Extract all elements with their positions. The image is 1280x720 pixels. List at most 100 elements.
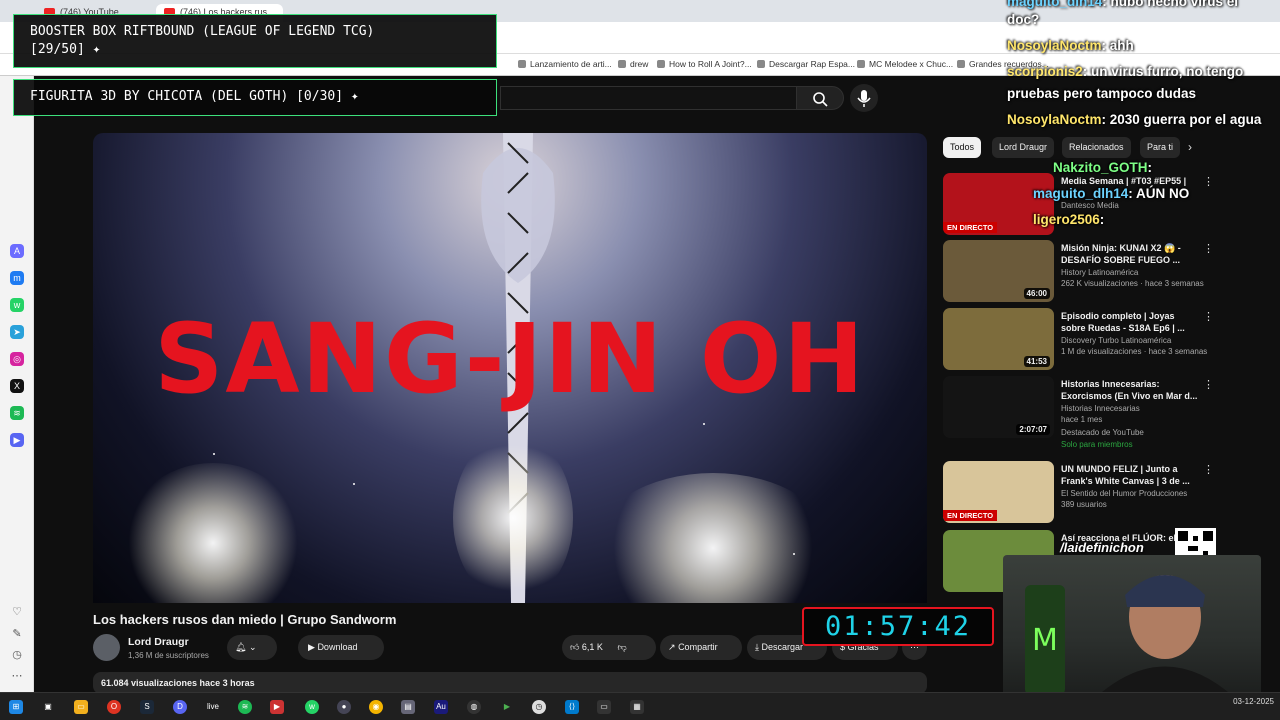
chat-user: NosoylaNoctm xyxy=(1007,38,1102,53)
members-badge: Solo para miembros xyxy=(1061,440,1133,449)
star xyxy=(703,423,705,425)
recommendation-item[interactable]: 2:07:07 Historias Innecesarias: Exorcism… xyxy=(943,376,1273,449)
video-app-icon[interactable]: ▶ xyxy=(270,700,284,714)
live-icon[interactable]: live xyxy=(206,700,220,714)
share-button[interactable]: ↗ Compartir xyxy=(660,635,742,660)
video-thumbnail[interactable]: 2:07:07 xyxy=(943,376,1054,438)
player-icon[interactable]: ▶ xyxy=(10,433,24,447)
vscode-icon[interactable]: ⟨⟩ xyxy=(565,700,579,714)
firework-spark xyxy=(453,433,573,603)
bookmark-item[interactable]: MC Melodee x Chuc... xyxy=(857,59,953,69)
rec-title: Misión Ninja: KUNAI X2 😱 - DESAFÍO SOBRE… xyxy=(1061,243,1181,265)
opera-icon[interactable]: O xyxy=(107,700,121,714)
telegram-icon[interactable]: ➤ xyxy=(10,325,24,339)
streamer-handle: /laidefinichon xyxy=(1060,540,1144,555)
bookmark-item[interactable]: drew xyxy=(618,59,648,69)
notification-bell-button[interactable]: 🔔︎ ⌄ xyxy=(227,635,277,660)
instagram-icon[interactable]: ◎ xyxy=(10,352,24,366)
share-icon: ↗ xyxy=(668,642,676,652)
file-explorer-icon[interactable]: ▭ xyxy=(74,700,88,714)
heart-icon[interactable]: ♡ xyxy=(11,606,23,618)
chat-message: maguito_dlh14: AÚN NO xyxy=(1033,186,1189,201)
obs-icon[interactable]: ◍ xyxy=(467,700,481,714)
rec-title: Historias Innecesarias: Exorcismos (En V… xyxy=(1061,379,1198,401)
clock-app-icon[interactable]: ◷ xyxy=(532,700,546,714)
history-icon[interactable]: ◷ xyxy=(11,649,23,661)
task-view-icon[interactable]: ▣ xyxy=(41,700,55,714)
video-thumbnail[interactable]: 46:00 xyxy=(943,240,1054,302)
featured-label: Destacado de YouTube xyxy=(1061,428,1144,437)
duration-badge: 41:53 xyxy=(1023,356,1050,367)
play-icon[interactable]: ▶ xyxy=(500,700,514,714)
download-button[interactable]: ▶ Download xyxy=(298,635,384,660)
search-input[interactable] xyxy=(500,86,796,110)
chat-text: : 2030 guerra por el agua xyxy=(1101,112,1262,127)
taskbar: ⊞ ▣ ▭ O S D live ≋ ▶ w ● ◉ ▤ Au ◍ ▶ ◷ ⟨⟩… xyxy=(0,692,1280,720)
more-vert-icon[interactable]: ⋮ xyxy=(1203,310,1214,323)
chip-all[interactable]: Todos xyxy=(943,137,982,158)
more-vert-icon[interactable]: ⋮ xyxy=(1203,463,1214,476)
video-player[interactable]: SANG-JIN OH xyxy=(93,133,927,603)
voice-search-button[interactable] xyxy=(850,84,878,112)
channel-name[interactable]: Lord Draugr xyxy=(128,636,189,648)
download-label: Download xyxy=(317,642,358,652)
search-button[interactable] xyxy=(796,86,844,110)
subscriber-count: 1,36 M de suscriptores xyxy=(128,651,209,660)
bell-icon: 🔔︎ xyxy=(235,642,247,652)
channel-avatar[interactable] xyxy=(93,634,120,661)
whatsapp-icon[interactable]: w xyxy=(10,298,24,312)
video-thumbnail[interactable]: 41:53 xyxy=(943,308,1054,370)
views-line: 61.084 visualizaciones hace 3 horas xyxy=(101,678,255,688)
bookmark-item[interactable]: How to Roll A Joint?... xyxy=(657,59,752,69)
start-menu-icon[interactable]: ⊞ xyxy=(9,700,23,714)
live-badge: EN DIRECTO xyxy=(943,222,998,233)
edit-icon[interactable]: ✎ xyxy=(11,628,23,640)
steam-icon[interactable]: S xyxy=(140,700,154,714)
goal-box-booster: BOOSTER BOX RIFTBOUND (LEAGUE OF LEGEND … xyxy=(13,14,497,68)
video-title: Los hackers rusos dan miedo | Grupo Sand… xyxy=(93,612,397,627)
chat-user: Nakzito_GOTH xyxy=(1053,160,1148,175)
app-circle-icon[interactable]: ● xyxy=(337,700,351,714)
app-grid-icon[interactable]: ▦ xyxy=(630,700,644,714)
video-thumbnail[interactable]: EN DIRECTO xyxy=(943,461,1054,523)
date-text: 03-12-2025 xyxy=(1233,697,1274,706)
more-icon[interactable]: ⋯ xyxy=(11,670,23,682)
rec-title: Episodio completo | Joyas sobre Ruedas -… xyxy=(1061,311,1185,333)
chat-text: doc? xyxy=(1007,12,1040,27)
sparkle-icon: ✦ xyxy=(92,42,101,57)
more-vert-icon[interactable]: ⋮ xyxy=(1203,378,1214,391)
app-store-icon[interactable]: A xyxy=(10,244,24,258)
chat-user: NosoylaNoctm xyxy=(1007,112,1102,127)
bookmark-item[interactable]: Descargar Rap Espa... xyxy=(757,59,855,69)
firework-spark xyxy=(123,463,303,603)
chat-text: : un virus furro, no tengo xyxy=(1082,64,1244,79)
recommendation-item[interactable]: EN DIRECTO UN MUNDO FELIZ | Junto a Fran… xyxy=(943,461,1273,525)
rec-channel: Discovery Turbo Latinoamérica xyxy=(1061,336,1172,345)
discord-icon[interactable]: D xyxy=(173,700,187,714)
whatsapp-taskbar-icon[interactable]: w xyxy=(305,700,319,714)
bookmark-item[interactable]: Lanzamiento de arti... xyxy=(518,59,612,69)
recommendation-item[interactable]: 46:00 Misión Ninja: KUNAI X2 😱 - DESAFÍO… xyxy=(943,240,1273,304)
duration-badge: 46:00 xyxy=(1023,288,1050,299)
spotify-taskbar-icon[interactable]: ≋ xyxy=(238,700,252,714)
chat-text: : AÚN NO xyxy=(1128,186,1190,201)
description-box[interactable]: 61.084 visualizaciones hace 3 horas xyxy=(93,672,927,694)
recommendation-item[interactable]: 41:53 Episodio completo | Joyas sobre Ru… xyxy=(943,308,1273,372)
like-dislike-group[interactable]: 👍︎ 6,1 K 👎︎ xyxy=(562,635,656,660)
audition-icon[interactable]: Au xyxy=(434,700,448,714)
spotify-icon[interactable]: ≋ xyxy=(10,406,24,420)
more-vert-icon[interactable]: ⋮ xyxy=(1203,242,1214,255)
messenger-icon[interactable]: m xyxy=(10,271,24,285)
system-clock[interactable]: 03-12-2025 xyxy=(1233,696,1274,707)
x-icon[interactable]: X xyxy=(10,379,24,393)
terminal-icon[interactable]: ▭ xyxy=(597,700,611,714)
stream-timer: 01:57:42 xyxy=(802,607,994,646)
chrome-icon[interactable]: ◉ xyxy=(369,700,383,714)
firework-spark xyxy=(593,473,833,603)
streamer-silhouette: M xyxy=(1025,575,1235,698)
dislike-icon: 👎︎ xyxy=(617,642,627,652)
star xyxy=(353,483,355,485)
chat-message: doc? xyxy=(1007,12,1039,27)
chevron-down-icon: ⌄ xyxy=(248,642,257,652)
document-icon[interactable]: ▤ xyxy=(401,700,415,714)
